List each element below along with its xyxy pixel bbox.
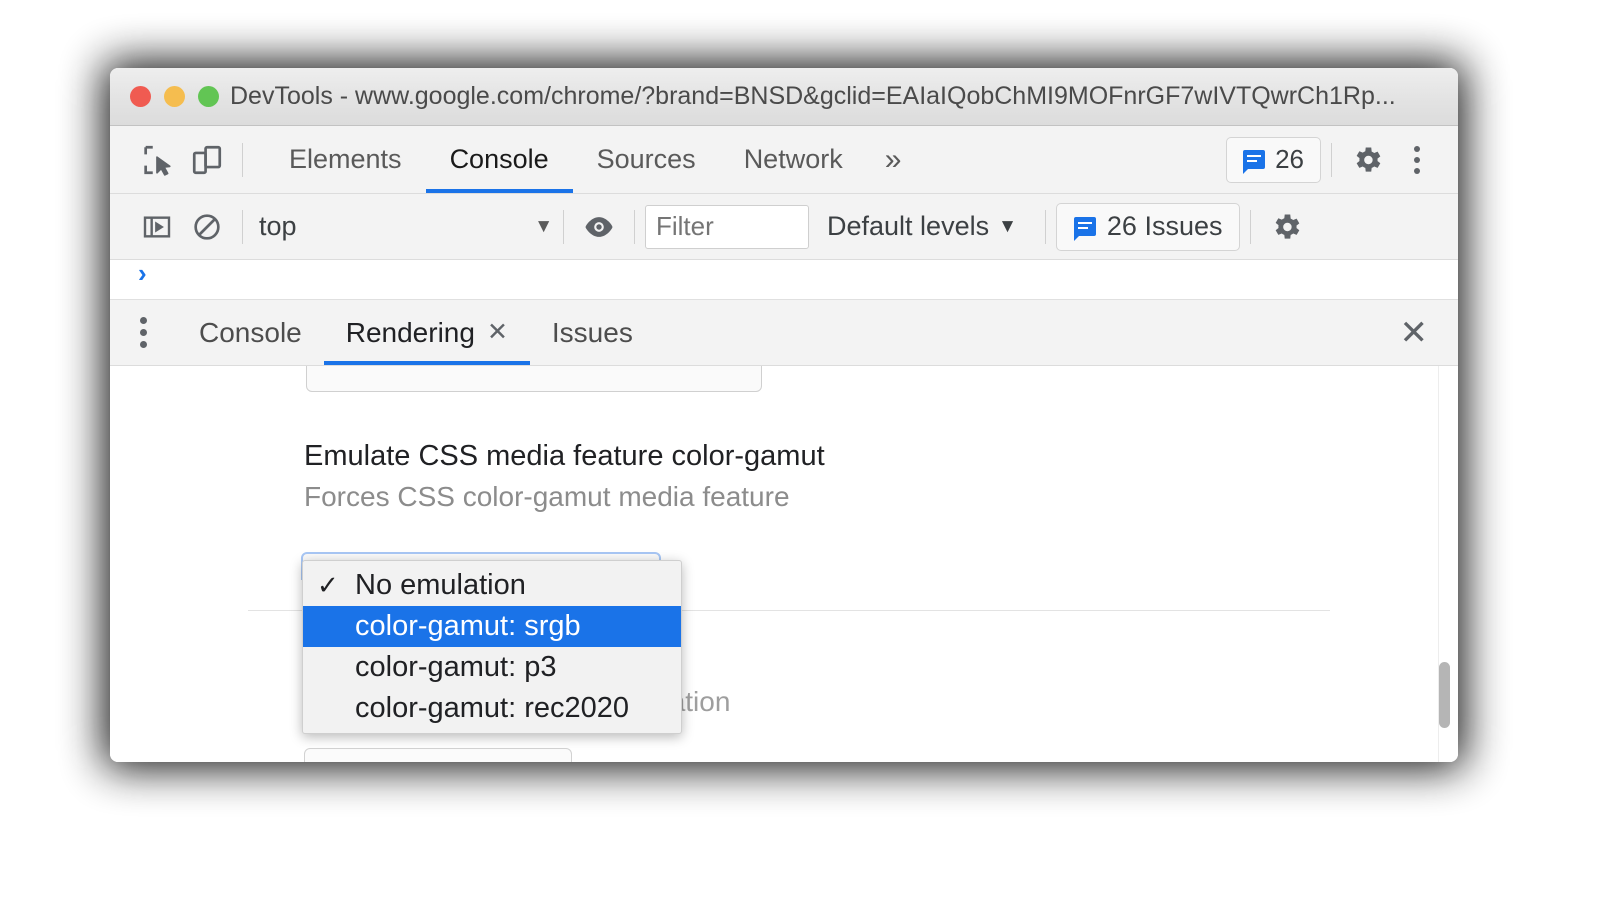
execution-context-selector[interactable]: top ▼ xyxy=(253,204,553,250)
chevron-down-icon: ▼ xyxy=(998,215,1017,237)
console-toolbar-divider-3 xyxy=(634,209,635,244)
log-levels-selector[interactable]: Default levels ▼ xyxy=(809,211,1035,242)
screenshot-root: DevTools - www.google.com/chrome/?brand=… xyxy=(0,0,1598,924)
chevron-down-icon: ▼ xyxy=(534,215,553,237)
check-icon: ✓ xyxy=(317,570,339,600)
inspect-element-icon[interactable] xyxy=(132,135,182,185)
panel-tabs: Elements Console Sources Network » xyxy=(265,126,919,193)
window-titlebar: DevTools - www.google.com/chrome/?brand=… xyxy=(110,68,1458,126)
console-toolbar-divider-5 xyxy=(1250,209,1252,244)
console-prompt-row[interactable]: › xyxy=(110,260,1458,300)
drawer-tab-rendering-label: Rendering xyxy=(345,316,475,348)
tab-console[interactable]: Console xyxy=(425,126,573,193)
tab-network[interactable]: Network xyxy=(720,126,867,193)
menu-item-no-emulation-label: No emulation xyxy=(355,569,526,601)
device-toolbar-icon[interactable] xyxy=(182,135,232,185)
devtools-window: DevTools - www.google.com/chrome/?brand=… xyxy=(110,68,1458,762)
tab-network-label: Network xyxy=(743,144,843,174)
execution-context-value: top xyxy=(259,211,297,241)
issues-message-icon xyxy=(1243,150,1266,174)
menu-item-color-gamut-rec2020-label: color-gamut: rec2020 xyxy=(355,692,630,724)
menu-item-color-gamut-srgb-label: color-gamut: srgb xyxy=(355,610,581,642)
tab-sources[interactable]: Sources xyxy=(573,126,720,193)
console-toolbar-divider-4 xyxy=(1044,209,1046,244)
issues-count-badge[interactable]: 26 xyxy=(1226,136,1321,183)
drawer-kebab-icon[interactable] xyxy=(140,317,147,348)
clear-console-icon[interactable] xyxy=(182,202,232,252)
close-drawer-button[interactable]: ✕ xyxy=(1390,316,1439,350)
drawer-tab-console[interactable]: Console xyxy=(177,300,324,365)
menu-item-color-gamut-p3[interactable]: color-gamut: p3 xyxy=(303,647,681,688)
drawer-tab-rendering[interactable]: Rendering ✕ xyxy=(323,300,531,365)
toolbar-divider xyxy=(242,142,243,177)
previous-setting-select-partial[interactable] xyxy=(306,366,762,392)
menu-item-color-gamut-srgb[interactable]: color-gamut: srgb xyxy=(303,606,681,647)
close-window-button[interactable] xyxy=(130,86,151,107)
tab-sources-label: Sources xyxy=(596,144,696,174)
drawer-tab-issues-label: Issues xyxy=(551,316,633,348)
devtools-main-toolbar: Elements Console Sources Network » 26 xyxy=(110,126,1458,194)
filter-input[interactable] xyxy=(645,204,809,249)
minimize-window-button[interactable] xyxy=(164,86,185,107)
issues-count-label: 26 xyxy=(1275,144,1304,174)
rendering-panel-scrollbar[interactable] xyxy=(1439,366,1455,762)
menu-item-no-emulation[interactable]: ✓ No emulation xyxy=(303,565,681,606)
scrollbar-thumb[interactable] xyxy=(1439,662,1450,728)
menu-item-color-gamut-p3-label: color-gamut: p3 xyxy=(355,651,557,683)
tab-elements-label: Elements xyxy=(289,144,402,174)
console-prompt-caret-icon: › xyxy=(138,258,147,288)
zoom-window-button[interactable] xyxy=(198,86,219,107)
menu-item-color-gamut-rec2020[interactable]: color-gamut: rec2020 xyxy=(303,688,681,729)
more-tabs-chevron-icon[interactable]: » xyxy=(867,126,920,193)
kebab-menu-icon[interactable] xyxy=(1392,135,1442,185)
issues-button[interactable]: 26 Issues xyxy=(1055,202,1241,251)
window-title: DevTools - www.google.com/chrome/?brand=… xyxy=(230,82,1396,110)
drawer-tab-console-label: Console xyxy=(199,316,302,348)
log-levels-label: Default levels xyxy=(827,211,990,241)
traffic-light-buttons[interactable] xyxy=(130,86,219,107)
toolbar-divider-2 xyxy=(1331,142,1332,177)
console-settings-gear-icon[interactable] xyxy=(1261,202,1311,252)
console-toolbar: top ▼ Default levels ▼ 26 Issues xyxy=(110,194,1458,260)
drawer-tab-issues[interactable]: Issues xyxy=(530,300,655,365)
section-color-gamut: Emulate CSS media feature color-gamut Fo… xyxy=(304,440,825,513)
vision-deficiency-select[interactable]: No emulation ▾ xyxy=(304,748,572,762)
color-gamut-title: Emulate CSS media feature color-gamut xyxy=(304,440,825,472)
console-toolbar-divider xyxy=(242,209,243,244)
color-gamut-subtitle: Forces CSS color-gamut media feature xyxy=(304,481,790,512)
close-rendering-tab-icon[interactable]: ✕ xyxy=(487,320,508,345)
drawer-tabbar: Console Rendering ✕ Issues ✕ xyxy=(110,300,1458,366)
issues-message-icon xyxy=(1073,217,1096,241)
gear-icon[interactable] xyxy=(1342,135,1392,185)
live-expressions-eye-icon[interactable] xyxy=(574,202,624,252)
tab-console-label: Console xyxy=(449,144,549,174)
tab-elements[interactable]: Elements xyxy=(265,126,426,193)
color-gamut-emulation-menu[interactable]: ✓ No emulation color-gamut: srgb color-g… xyxy=(302,560,682,734)
console-toolbar-divider-2 xyxy=(563,209,564,244)
issues-button-label: 26 Issues xyxy=(1106,211,1223,241)
console-sidebar-icon[interactable] xyxy=(132,202,182,252)
